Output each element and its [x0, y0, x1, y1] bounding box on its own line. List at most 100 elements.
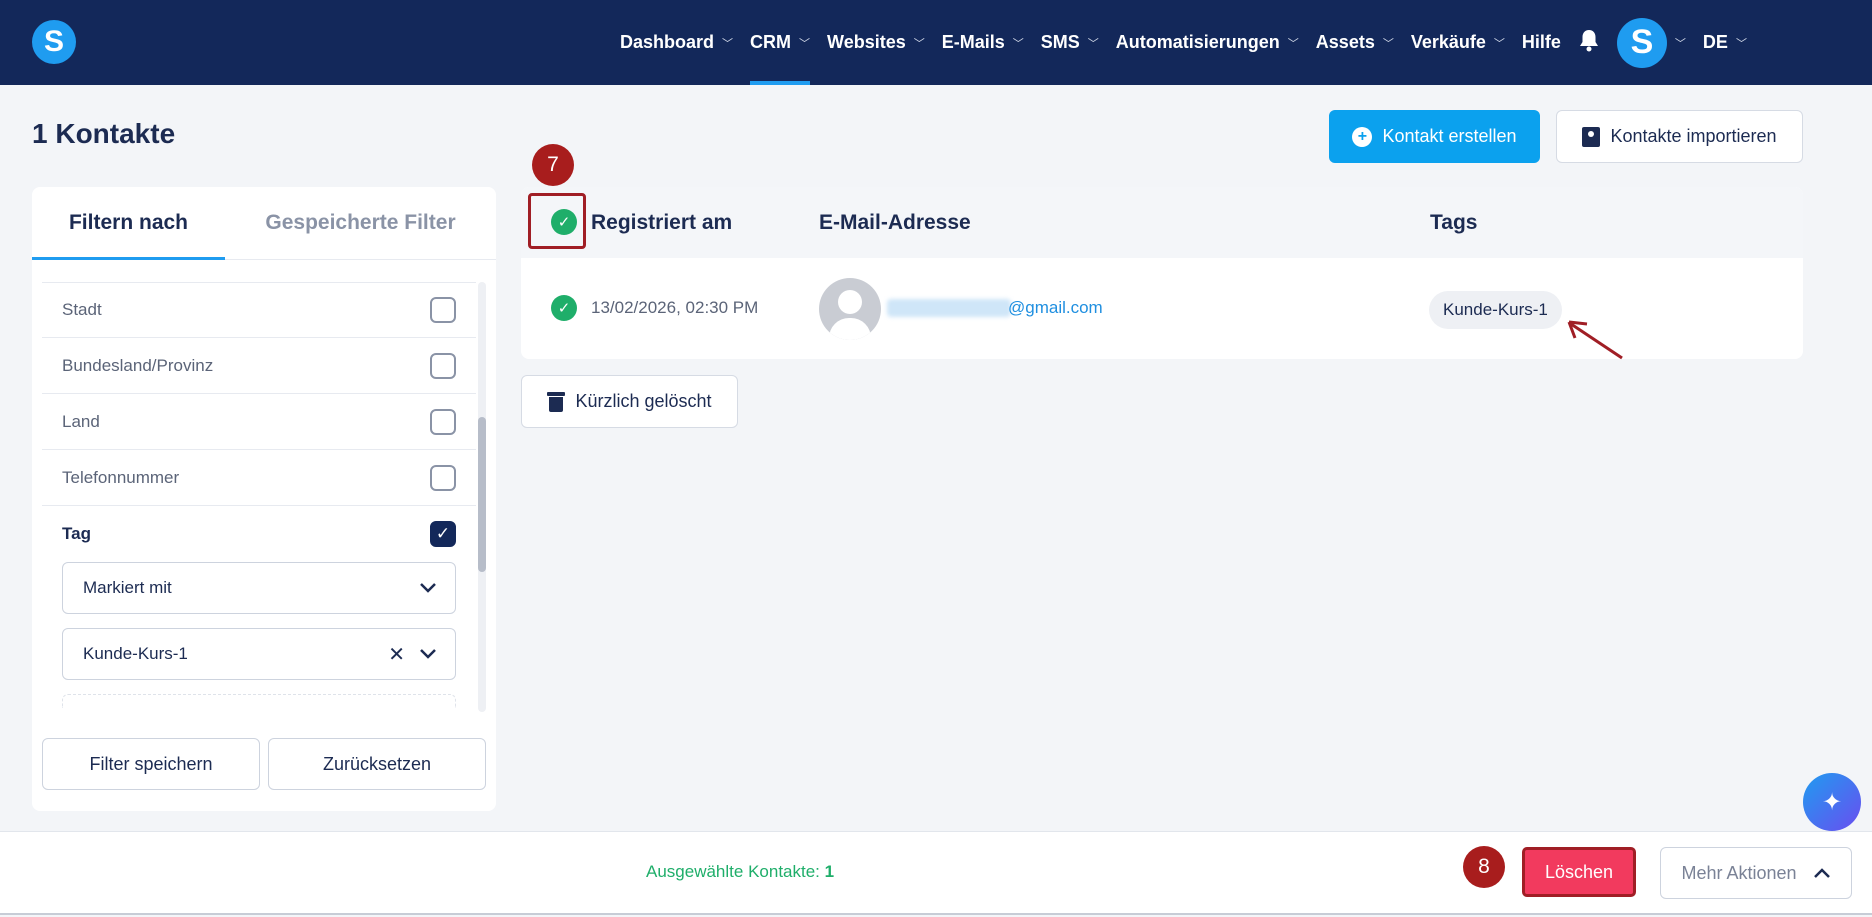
import-contacts-label: Kontakte importieren	[1610, 126, 1777, 146]
filter-row-label: Tag	[62, 524, 91, 543]
filter-row-state[interactable]: Bundesland/Provinz	[42, 338, 476, 394]
filter-row-label: Stadt	[62, 300, 102, 319]
chevron-down-icon: ﹀	[913, 37, 925, 50]
contact-avatar	[819, 278, 881, 340]
chevron-down-icon: ﹀	[1735, 37, 1747, 50]
annotation-step-badge: 8	[1463, 846, 1505, 888]
nav-dashboard[interactable]: Dashboard ﹀	[620, 0, 733, 85]
filter-row-label: Land	[62, 411, 100, 431]
filter-scrollbar[interactable]	[478, 282, 486, 712]
plus-circle-icon: +	[1352, 126, 1373, 147]
chevron-down-icon: ﹀	[1012, 37, 1024, 50]
checkbox-checked[interactable]: ✓	[430, 521, 456, 547]
language-selector[interactable]: DE ﹀	[1703, 32, 1747, 53]
more-actions-button[interactable]: Mehr Aktionen	[1660, 847, 1852, 899]
checkbox[interactable]	[430, 408, 456, 435]
chevron-down-icon	[419, 578, 437, 599]
delete-button[interactable]: Löschen	[1522, 847, 1636, 897]
row-select-check-icon[interactable]: ✓	[551, 295, 577, 321]
nav-sms[interactable]: SMS ﹀	[1041, 0, 1099, 85]
chevron-down-icon: ﹀	[1382, 37, 1394, 50]
chevron-down-icon: ﹀	[1287, 37, 1299, 50]
tag-chip[interactable]: Kunde-Kurs-1	[1429, 291, 1562, 329]
trash-icon	[547, 391, 566, 412]
tab-saved-filters[interactable]: Gespeicherte Filter	[225, 187, 496, 259]
tab-filter-by[interactable]: Filtern nach	[32, 187, 225, 260]
selected-contacts-count: Ausgewählte Kontakte: 1	[646, 862, 834, 882]
nav-sms-label: SMS	[1040, 32, 1080, 52]
table-header: ✓ Registriert am E-Mail-Adresse Tags	[521, 187, 1803, 258]
import-contacts-button[interactable]: Kontakte importieren	[1556, 110, 1803, 163]
tag-value-select[interactable]: Kunde-Kurs-1 ✕	[62, 628, 456, 680]
column-email[interactable]: E-Mail-Adresse	[819, 211, 971, 235]
tag-condition-select[interactable]: Markiert mit	[62, 562, 456, 614]
recently-deleted-label: Kürzlich gelöscht	[575, 391, 712, 411]
row-email[interactable]: @gmail.com	[1008, 298, 1103, 318]
nav-sales-label: Verkäufe	[1410, 32, 1486, 52]
nav-assets[interactable]: Assets ﹀	[1316, 0, 1394, 85]
user-menu[interactable]: S ﹀	[1616, 17, 1686, 68]
chevron-down-icon: ﹀	[799, 37, 811, 50]
checkbox[interactable]	[430, 464, 456, 491]
chevron-down-icon: ﹀	[1493, 37, 1505, 50]
nav-crm[interactable]: CRM ﹀	[750, 0, 811, 85]
nav-emails[interactable]: E-Mails ﹀	[942, 0, 1024, 85]
save-filter-button[interactable]: Filter speichern	[42, 738, 260, 790]
nav-crm-label: CRM	[750, 32, 792, 52]
tag-value: Kunde-Kurs-1	[83, 644, 188, 663]
app-logo[interactable]: S	[32, 20, 76, 64]
filter-row-city[interactable]: Stadt	[42, 282, 476, 338]
chevron-down-icon	[419, 644, 437, 665]
sparkle-icon: ✦	[1821, 788, 1843, 816]
column-tags[interactable]: Tags	[1430, 211, 1477, 235]
annotation-highlight-select-all	[528, 193, 586, 249]
chevron-down-icon: ﹀	[1674, 37, 1686, 50]
filter-tabs: Filtern nach Gespeicherte Filter	[32, 187, 496, 260]
chevron-up-icon	[1813, 863, 1831, 884]
page-title: 1 Kontakte	[32, 118, 176, 149]
language-label: DE	[1702, 32, 1728, 52]
create-contact-label: Kontakt erstellen	[1382, 126, 1517, 146]
create-contact-button[interactable]: + Kontakt erstellen	[1329, 110, 1540, 163]
selected-label: Ausgewählte Kontakte:	[646, 862, 820, 881]
clear-icon[interactable]: ✕	[388, 642, 405, 667]
nav-emails-label: E-Mails	[941, 32, 1005, 52]
filter-list: Stadt Bundesland/Provinz Land Telefonnum…	[42, 282, 476, 712]
nav-help-label: Hilfe	[1521, 32, 1561, 52]
chevron-down-icon: ﹀	[1087, 37, 1099, 50]
filter-input-partial[interactable]	[62, 694, 456, 708]
filter-row-label: Telefonnummer	[62, 467, 180, 487]
nav-automations-label: Automatisierungen	[1115, 32, 1280, 52]
checkbox[interactable]	[430, 297, 456, 323]
nav-assets-label: Assets	[1315, 32, 1375, 52]
nav-sales[interactable]: Verkäufe ﹀	[1411, 0, 1505, 85]
bulk-action-bar: Ausgewählte Kontakte: 1 8 Löschen Mehr A…	[0, 831, 1872, 915]
recently-deleted-button[interactable]: Kürzlich gelöscht	[521, 375, 738, 428]
filter-row-tag[interactable]: Tag ✓	[42, 506, 476, 562]
nav-dashboard-label: Dashboard	[620, 32, 715, 52]
filter-row-country[interactable]: Land	[42, 394, 476, 450]
contact-card-icon	[1582, 126, 1601, 147]
row-registered-date: 13/02/2026, 02:30 PM	[591, 298, 759, 317]
tag-condition-value: Markiert mit	[83, 578, 172, 597]
filter-row-phone[interactable]: Telefonnummer	[42, 450, 476, 506]
main-nav: Dashboard ﹀ CRM ﹀ Websites ﹀ E-Mails ﹀ SMS ﹀ …	[620, 0, 1747, 85]
filter-row-label: Bundesland/Provinz	[62, 355, 214, 375]
checkbox[interactable]	[430, 352, 456, 379]
bell-icon[interactable]	[1578, 28, 1600, 58]
selected-count: 1	[824, 862, 835, 881]
annotation-arrow-icon	[1567, 320, 1623, 360]
nav-help[interactable]: Hilfe	[1522, 32, 1561, 53]
scroll-thumb[interactable]	[478, 417, 486, 572]
annotation-step-badge: 7	[532, 144, 574, 186]
user-avatar: S	[1616, 17, 1667, 68]
column-registered[interactable]: Registriert am	[591, 211, 732, 235]
ai-assistant-button[interactable]: ✦	[1803, 773, 1861, 831]
more-actions-label: Mehr Aktionen	[1681, 862, 1797, 883]
nav-automations[interactable]: Automatisierungen ﹀	[1116, 0, 1299, 85]
blurred-email-prefix	[887, 299, 1011, 317]
top-navbar: S Dashboard ﹀ CRM ﹀ Websites ﹀ E-Mails ﹀ SMS…	[0, 0, 1872, 85]
filter-panel: Filtern nach Gespeicherte Filter Stadt B…	[32, 187, 496, 811]
nav-websites[interactable]: Websites ﹀	[827, 0, 925, 85]
reset-filter-button[interactable]: Zurücksetzen	[268, 738, 486, 790]
